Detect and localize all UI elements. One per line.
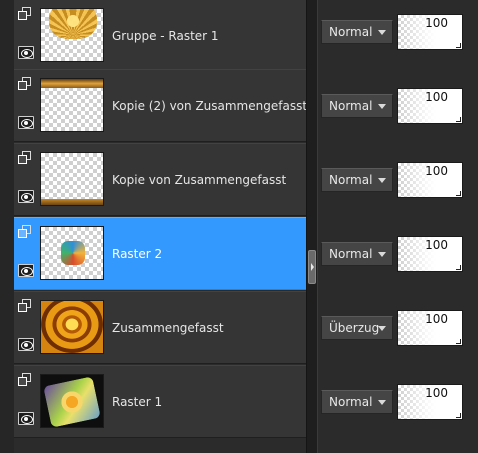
layers-panel: Gruppe - Raster 1 Kopie (2) von Zusammen… — [0, 0, 478, 453]
layer-row-kopie-von-zusammengefasst[interactable]: Kopie von Zusammengefasst — [14, 143, 306, 216]
layer-group-icon[interactable] — [18, 77, 32, 91]
chevron-down-icon[interactable] — [378, 30, 386, 35]
chevron-down-icon[interactable] — [378, 252, 386, 257]
layer-group-icon[interactable] — [18, 7, 32, 21]
layer-row-gruppe-raster-1[interactable]: Gruppe - Raster 1 — [14, 0, 306, 72]
blend-mode-value: Normal — [329, 99, 373, 113]
eye-icon[interactable] — [18, 338, 34, 351]
blend-mode-select[interactable]: Normal — [321, 242, 393, 266]
layer-group-icon[interactable] — [18, 151, 32, 165]
layer-thumbnail[interactable] — [40, 226, 104, 280]
layer-name[interactable]: Kopie von Zusammengefasst — [112, 173, 286, 187]
layer-row-raster-2[interactable]: Raster 2 — [14, 217, 306, 290]
layer-name[interactable]: Zusammengefasst — [112, 321, 224, 335]
opacity-value: 100 — [425, 386, 448, 400]
layer-tree-strip — [0, 0, 14, 453]
eye-icon[interactable] — [18, 264, 34, 277]
blend-mode-value: Normal — [329, 395, 373, 409]
layer-thumbnail[interactable] — [40, 374, 104, 428]
opacity-value: 100 — [425, 312, 448, 326]
layer-group-icon[interactable] — [18, 225, 32, 239]
layer-thumbnail[interactable] — [40, 78, 104, 132]
opacity-value: 100 — [425, 164, 448, 178]
chevron-down-icon[interactable] — [378, 326, 386, 331]
eye-icon[interactable] — [18, 190, 34, 203]
opacity-slider[interactable]: 100 — [397, 310, 463, 346]
opacity-slider[interactable]: 100 — [397, 162, 463, 198]
opacity-value: 100 — [425, 90, 448, 104]
opacity-slider[interactable]: 100 — [397, 384, 463, 420]
layer-row-zusammengefasst[interactable]: Zusammengefasst — [14, 291, 306, 364]
chevron-down-icon[interactable] — [378, 178, 386, 183]
blend-mode-select[interactable]: Überzug — [321, 316, 393, 340]
layer-group-icon[interactable] — [18, 373, 32, 387]
eye-icon[interactable] — [18, 412, 34, 425]
layer-row-kopie-2-von-zusammengefasst[interactable]: Kopie (2) von Zusammengefasst — [14, 69, 307, 142]
blend-mode-select[interactable]: Normal — [321, 390, 393, 414]
chevron-down-icon[interactable] — [378, 400, 386, 405]
blend-mode-select[interactable]: Normal — [321, 168, 393, 192]
opacity-slider[interactable]: 100 — [397, 236, 463, 272]
blend-mode-select[interactable]: Normal — [321, 20, 393, 44]
opacity-slider[interactable]: 100 — [397, 14, 463, 50]
layer-thumbnail[interactable] — [40, 8, 104, 62]
eye-icon[interactable] — [18, 116, 34, 129]
layer-group-icon[interactable] — [18, 299, 32, 313]
layer-thumbnail[interactable] — [40, 152, 104, 206]
eye-icon[interactable] — [18, 46, 34, 59]
blend-mode-value: Normal — [329, 173, 373, 187]
layer-name[interactable]: Kopie (2) von Zusammengefasst — [112, 99, 307, 113]
blend-mode-value: Normal — [329, 247, 373, 261]
opacity-value: 100 — [425, 16, 448, 30]
opacity-value: 100 — [425, 238, 448, 252]
blend-mode-select[interactable]: Normal — [321, 94, 393, 118]
layers-bottom-area — [14, 439, 306, 453]
layer-thumbnail[interactable] — [40, 300, 104, 354]
blend-mode-value: Normal — [329, 25, 373, 39]
layer-name[interactable]: Raster 2 — [112, 247, 162, 261]
splitter-collapse-handle[interactable] — [308, 250, 316, 284]
opacity-slider[interactable]: 100 — [397, 88, 463, 124]
layer-name[interactable]: Gruppe - Raster 1 — [112, 29, 219, 43]
layer-row-raster-1[interactable]: Raster 1 — [14, 365, 306, 438]
panel-splitter[interactable] — [306, 0, 318, 453]
blend-mode-value: Überzug — [329, 321, 380, 335]
chevron-down-icon[interactable] — [378, 104, 386, 109]
layer-name[interactable]: Raster 1 — [112, 395, 162, 409]
